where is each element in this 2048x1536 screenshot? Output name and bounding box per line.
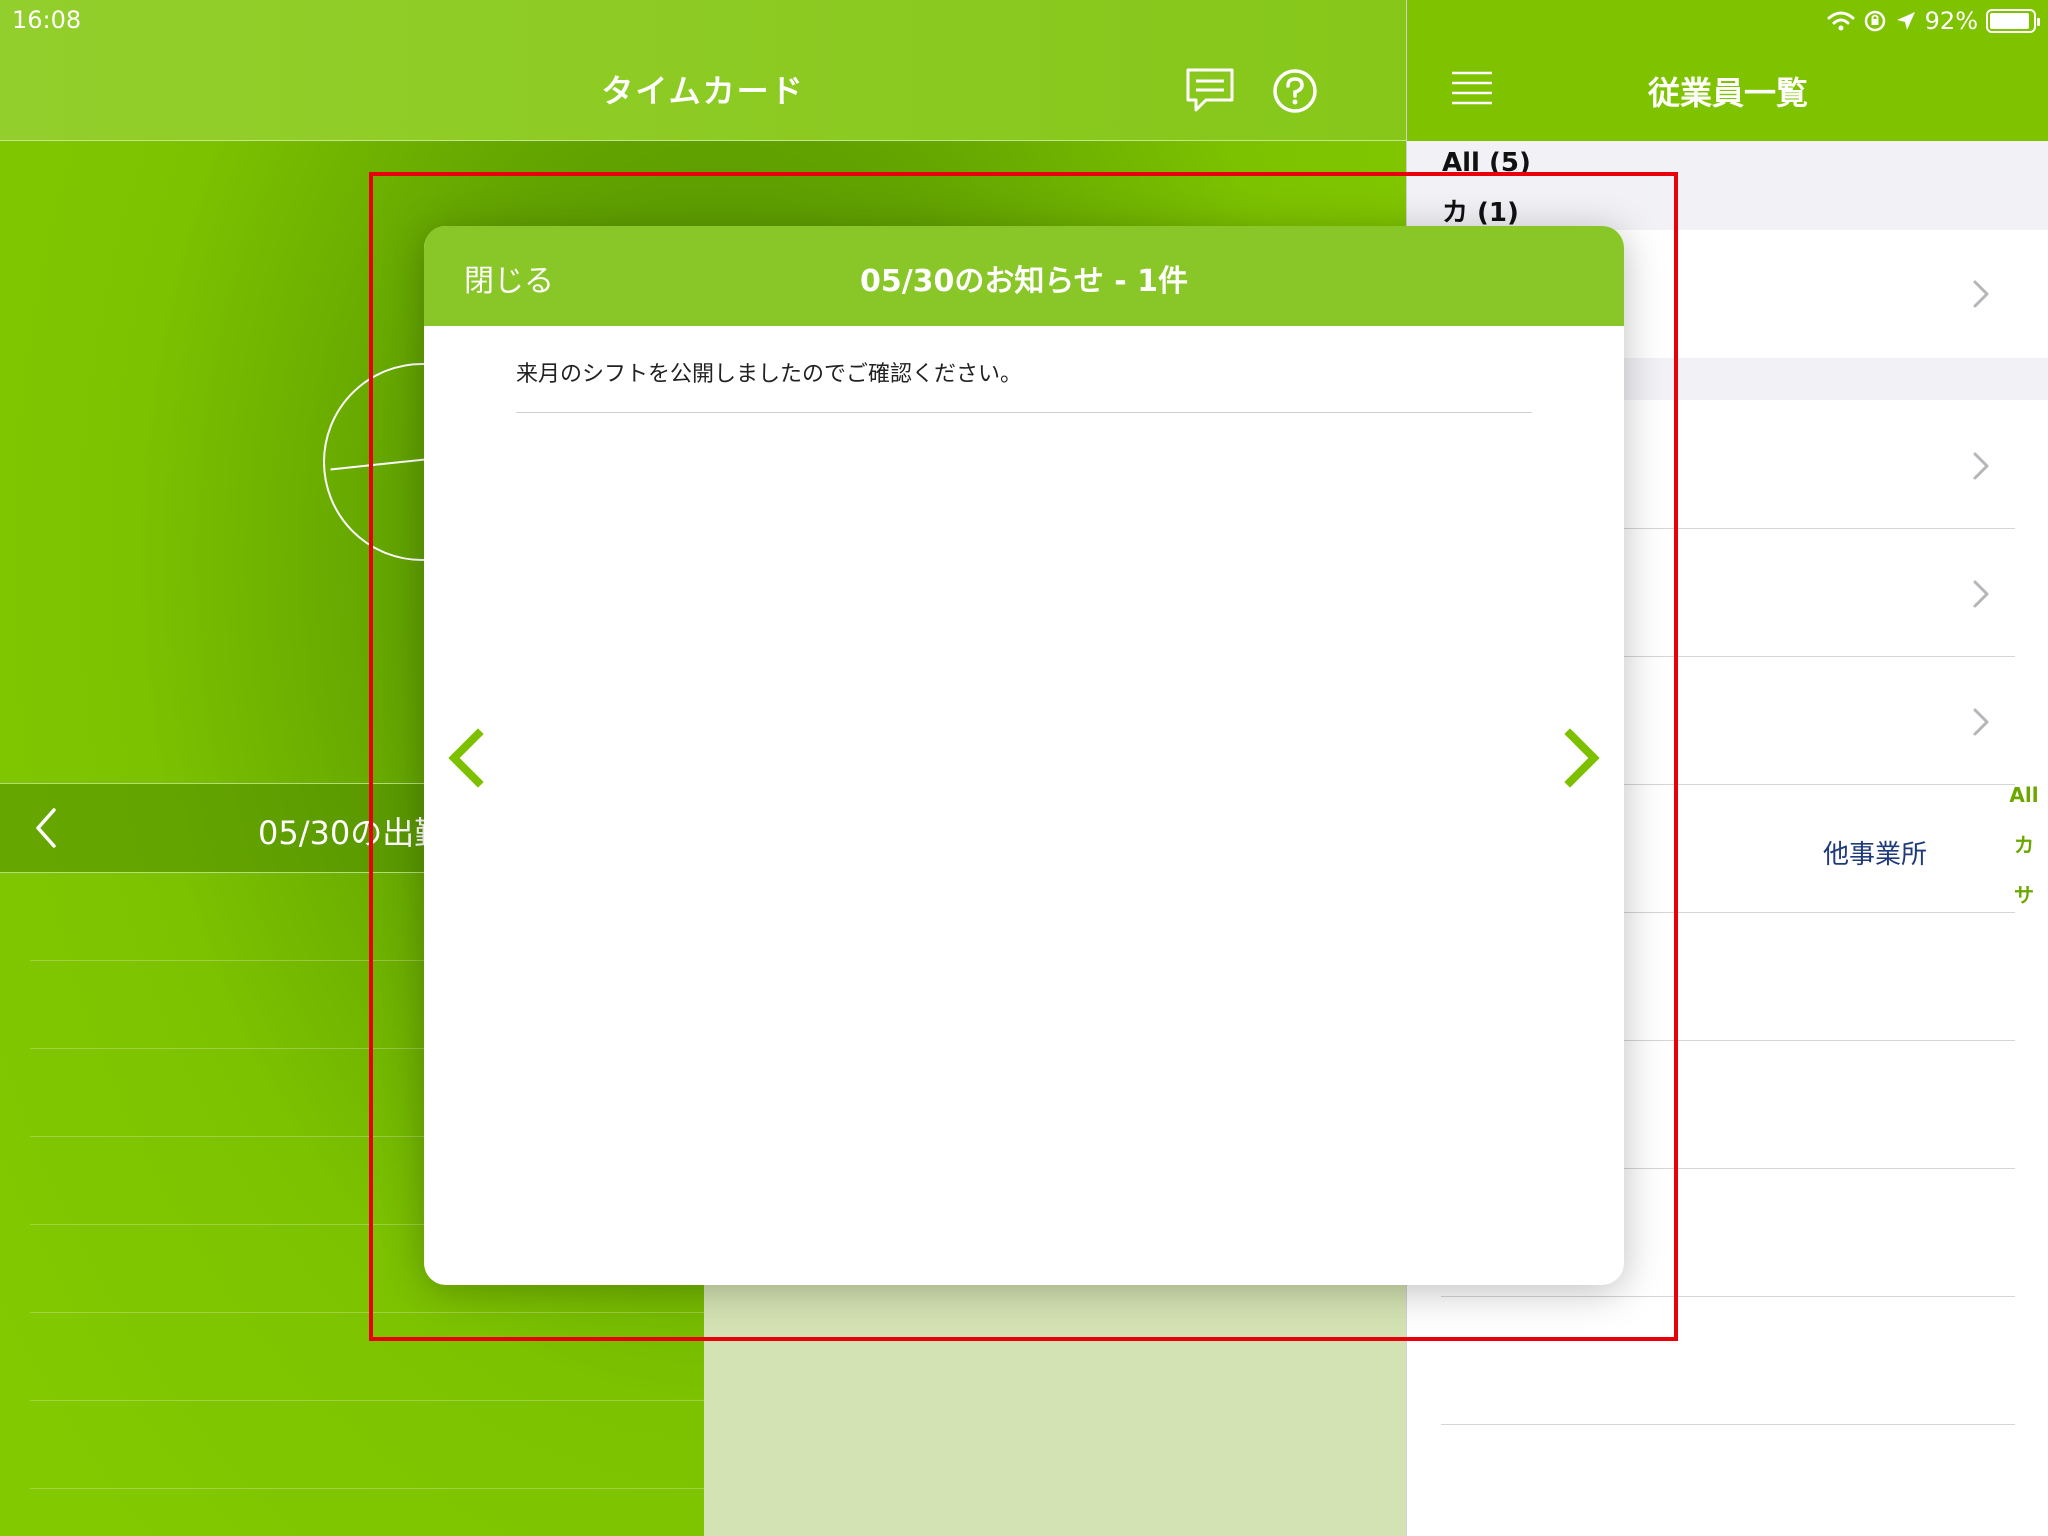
location-icon (1896, 12, 1915, 30)
status-indicators: 92% (1827, 4, 2040, 38)
screen: タイムカード 05/30の出勤 従業員一覧 All (5) カ (1) 他事業所… (0, 0, 2048, 1536)
other-office-label[interactable]: 他事業所 (1823, 834, 1927, 871)
battery-level-fill (1990, 13, 2029, 29)
rotation-lock-icon (1864, 10, 1885, 32)
battery-icon (1986, 9, 2040, 33)
index-item-ka[interactable]: カ (2000, 820, 2048, 870)
index-item-all[interactable]: All (2000, 770, 2048, 820)
employee-list-title: 従業員一覧 (1647, 74, 1808, 112)
wifi-icon (1827, 11, 1855, 31)
chat-icon (1186, 68, 1234, 112)
chevron-right-icon (1973, 708, 1989, 736)
help-icon (1273, 69, 1317, 113)
chat-button[interactable] (1184, 66, 1238, 116)
chevron-right-icon (1973, 280, 1989, 308)
chevron-left-icon (36, 808, 56, 848)
highlight-frame (369, 172, 1678, 1341)
previous-date-button[interactable] (26, 800, 66, 856)
chevron-right-icon (1973, 580, 1989, 608)
status-time: 16:08 (12, 6, 82, 34)
row-divider (1441, 1424, 2015, 1425)
chevron-right-icon (1973, 452, 1989, 480)
section-index-rail: All カ サ (2000, 770, 2048, 920)
help-button[interactable] (1270, 66, 1324, 116)
battery-percent: 92% (1924, 7, 1978, 35)
index-item-sa[interactable]: サ (2000, 870, 2048, 920)
timecard-navbar: タイムカード (0, 0, 1406, 141)
